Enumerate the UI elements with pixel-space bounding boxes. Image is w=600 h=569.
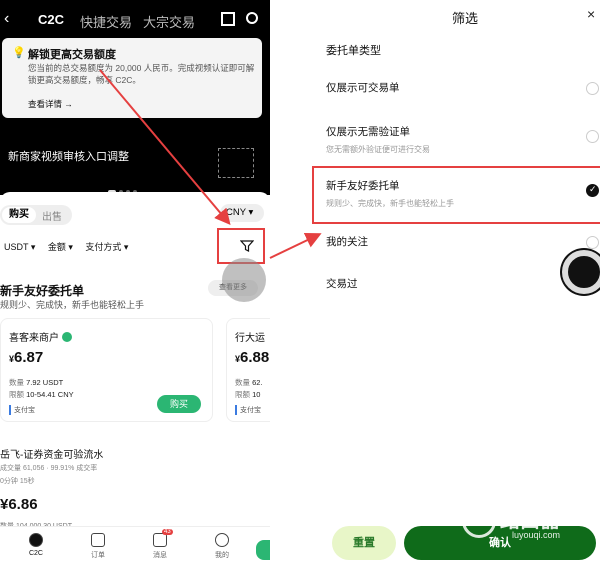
nav-c2c[interactable]: C2C	[16, 533, 56, 557]
scan-icon[interactable]	[221, 12, 235, 26]
notice-link[interactable]: 查看详情 →	[28, 98, 73, 110]
message-count-badge: 43	[162, 529, 173, 535]
buy-button-partial[interactable]	[256, 540, 270, 560]
back-icon[interactable]: ‹	[4, 10, 9, 28]
bottom-nav: C2C 订单 43 消息 我的	[0, 526, 270, 569]
merchant-name: 喜客来商户	[9, 329, 72, 344]
section-title: 新手友好委托单	[0, 284, 85, 298]
profile-icon	[215, 533, 229, 547]
panel-title: 筛选	[452, 11, 479, 26]
radio-tradable-only[interactable]	[586, 82, 599, 95]
notice-body: 您当前的总交易额度为 20,000 人民币。完成视频认证即可解锁更高交易额度，畅…	[28, 63, 255, 85]
notice-title: 解锁更高交易额度	[28, 49, 116, 61]
banner-text[interactable]: 新商家视频审核入口调整	[8, 148, 129, 164]
offer-meta: 数量 62. 限额 10	[235, 378, 263, 399]
merchant-stats: 成交量 61,056 · 99.91% 成交率	[0, 465, 98, 472]
offer-price-2: ¥6.86	[0, 496, 38, 513]
filter-panel: 筛选 × 委托单类型 仅展示可交易单 仅展示无需验证单 您无需额外验证便可进行交易…	[310, 0, 600, 569]
nav-messages[interactable]: 43 消息	[140, 529, 180, 560]
radio-no-verification[interactable]	[586, 130, 599, 143]
top-nav: ‹ C2C 快捷交易 大宗交易	[0, 10, 270, 34]
merchant-name: 行大运	[235, 333, 265, 344]
currency-select[interactable]: CNY ▾	[220, 204, 264, 222]
filter-bar: USDT ▾ 金额 ▾ 支付方式 ▾	[4, 240, 138, 253]
section-subtitle: 规则少、完成快，新手也能轻松上手	[0, 300, 145, 310]
buy-sell-toggle: 购买 出售	[0, 205, 72, 225]
offer-price: ¥6.87	[9, 349, 44, 366]
offer-meta: 数量 7.92 USDT 限额 10-54.41 CNY	[9, 378, 74, 399]
buy-button[interactable]: 购买	[157, 395, 201, 413]
section-label: 委托单类型	[326, 45, 381, 57]
watermark-url: luyouqi.com	[512, 530, 561, 540]
offer-price: ¥6.88	[235, 349, 270, 366]
nav-profile[interactable]: 我的	[202, 533, 242, 560]
banner-illustration	[218, 148, 254, 178]
people-icon	[29, 533, 43, 547]
buy-tab[interactable]: 购买	[2, 207, 36, 223]
coin-filter[interactable]: USDT ▾	[4, 242, 35, 252]
tab-c2c[interactable]: C2C	[38, 12, 64, 27]
order-icon	[91, 533, 105, 547]
left-screen: ‹ C2C 快捷交易 大宗交易 💡 解锁更高交易额度 您当前的总交易额度为 20…	[0, 0, 270, 569]
watermark-text: 路由器	[500, 510, 560, 532]
offer-card-partial[interactable]: 行大运 ¥6.88 数量 62. 限额 10 支付宝	[226, 318, 270, 422]
payment-filter[interactable]: 支付方式 ▾	[85, 242, 128, 252]
offer-card[interactable]: 喜客来商户 ¥6.87 数量 7.92 USDT 限额 10-54.41 CNY…	[0, 318, 213, 422]
tab-quick-trade[interactable]: 快捷交易	[80, 12, 132, 31]
close-icon[interactable]: ×	[587, 6, 595, 22]
merchant-time: 0分钟 15秒	[0, 478, 35, 485]
tab-block-trade[interactable]: 大宗交易	[143, 12, 195, 31]
reset-button[interactable]: 重置	[332, 526, 396, 560]
merchant-name-2[interactable]: 岳飞-证券资金可验流水	[0, 446, 103, 461]
option-no-verification[interactable]: 仅展示无需验证单 您无需额外验证便可进行交易	[326, 124, 430, 155]
touch-indicator	[562, 250, 600, 294]
message-icon	[153, 533, 167, 547]
option-traded-before[interactable]: 交易过	[326, 276, 358, 291]
payment-method: 支付宝	[235, 405, 261, 415]
verified-badge-icon	[62, 332, 72, 342]
lightbulb-icon: 💡	[12, 47, 26, 59]
radio-following[interactable]	[586, 236, 599, 249]
amount-filter[interactable]: 金额 ▾	[48, 242, 73, 252]
option-following[interactable]: 我的关注	[326, 234, 368, 249]
option-tradable-only[interactable]: 仅展示可交易单	[326, 80, 400, 95]
nav-orders[interactable]: 订单	[78, 533, 118, 560]
watermark-logo-icon	[462, 504, 496, 538]
payment-method: 支付宝	[9, 405, 35, 415]
search-icon[interactable]	[246, 12, 258, 24]
highlight-box-option	[312, 166, 600, 224]
touch-indicator	[222, 258, 266, 302]
sell-tab[interactable]: 出售	[42, 208, 62, 223]
notice-card: 💡 解锁更高交易额度 您当前的总交易额度为 20,000 人民币。完成视频认证即…	[2, 38, 262, 118]
